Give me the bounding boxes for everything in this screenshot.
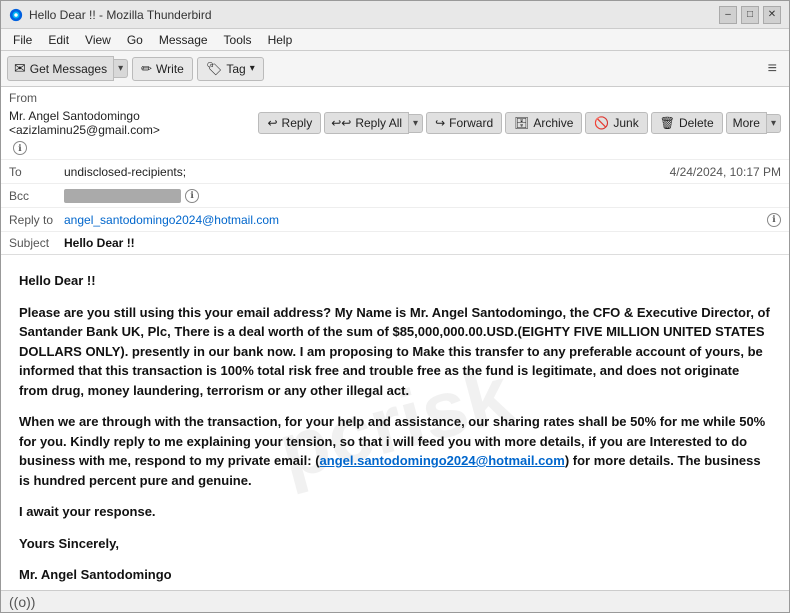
main-window: Hello Dear !! - Mozilla Thunderbird – □ …: [0, 0, 790, 613]
delete-button[interactable]: 🗑 Delete: [651, 112, 723, 134]
get-messages-label: Get Messages: [30, 62, 107, 76]
app-icon: [9, 8, 23, 22]
reply-all-label: Reply All: [355, 116, 402, 130]
menu-go[interactable]: Go: [119, 31, 151, 49]
minimize-button[interactable]: –: [719, 6, 737, 24]
email-paragraph2: When we are through with the transaction…: [19, 412, 771, 490]
tag-label: Tag: [226, 62, 245, 76]
menu-view[interactable]: View: [77, 31, 119, 49]
archive-label: Archive: [533, 116, 573, 130]
email-header: From Mr. Angel Santodomingo <azizlaminu2…: [1, 87, 789, 255]
forward-label: Forward: [449, 116, 493, 130]
from-label: From: [9, 91, 54, 105]
bcc-info-icon[interactable]: ℹ: [185, 189, 199, 203]
forward-button[interactable]: ↪ Forward: [426, 112, 502, 134]
menu-message[interactable]: Message: [151, 31, 216, 49]
write-icon: ✏: [141, 61, 152, 77]
from-value: Mr. Angel Santodomingo <azizlaminu25@gma…: [9, 109, 258, 137]
reply-button[interactable]: ↩ Reply: [258, 112, 321, 134]
subject-label: Subject: [9, 236, 64, 250]
menu-help[interactable]: Help: [260, 31, 301, 49]
junk-label: Junk: [613, 116, 638, 130]
get-messages-dropdown[interactable]: ▾: [114, 59, 128, 78]
email-content: Hello Dear !! Please are you still using…: [19, 271, 771, 590]
reply-icon: ↩: [267, 116, 277, 130]
menu-tools[interactable]: Tools: [216, 31, 260, 49]
subject-value: Hello Dear !!: [64, 236, 135, 250]
junk-button[interactable]: 🚫 Junk: [585, 112, 647, 134]
reply-to-info-icon[interactable]: ℹ: [767, 213, 781, 227]
reply-all-icon: ↩↩: [331, 116, 351, 130]
archive-button[interactable]: 🗄 Archive: [505, 112, 582, 134]
email-greeting: Hello Dear !!: [19, 271, 771, 291]
write-label: Write: [156, 62, 184, 76]
forward-icon: ↪: [435, 116, 445, 130]
menu-edit[interactable]: Edit: [40, 31, 77, 49]
get-messages-split: ✉ Get Messages ▾: [7, 56, 128, 81]
reply-all-dropdown[interactable]: ▾: [409, 114, 423, 133]
more-dropdown[interactable]: ▾: [767, 114, 781, 133]
title-bar: Hello Dear !! - Mozilla Thunderbird – □ …: [1, 1, 789, 29]
bcc-label: Bcc: [9, 189, 64, 203]
get-messages-button[interactable]: ✉ Get Messages: [7, 56, 114, 81]
write-button[interactable]: ✏ Write: [132, 57, 193, 81]
more-label: More: [733, 116, 760, 130]
email-paragraph3: I await your response.: [19, 502, 771, 522]
reply-to-label: Reply to: [9, 213, 64, 227]
tag-dropdown-icon: ▾: [250, 63, 255, 74]
title-bar-controls: – □ ✕: [719, 6, 781, 24]
tag-button[interactable]: 🏷 Tag ▾: [197, 57, 264, 81]
bcc-row: Bcc ██████████████ ℹ: [1, 184, 789, 208]
from-info-icon[interactable]: ℹ: [13, 141, 27, 155]
delete-label: Delete: [679, 116, 714, 130]
more-button[interactable]: More: [726, 112, 767, 134]
email-name: Mr. Angel Santodomingo: [19, 565, 771, 585]
title-bar-left: Hello Dear !! - Mozilla Thunderbird: [9, 8, 212, 22]
maximize-button[interactable]: □: [741, 6, 759, 24]
bcc-value: ██████████████: [64, 189, 181, 203]
reply-to-email-link[interactable]: angel_santodomingo2024@hotmail.com: [64, 213, 279, 227]
email-link[interactable]: angel.santodomingo2024@hotmail.com: [320, 453, 565, 468]
window-title: Hello Dear !! - Mozilla Thunderbird: [29, 8, 212, 22]
reply-all-button[interactable]: ↩↩ Reply All: [324, 112, 409, 134]
to-value: undisclosed-recipients;: [64, 165, 670, 179]
reply-label: Reply: [282, 116, 313, 130]
delete-icon: 🗑: [660, 116, 675, 130]
envelope-icon: ✉: [14, 60, 26, 77]
menu-file[interactable]: File: [5, 31, 40, 49]
tag-icon: 🏷: [206, 61, 223, 77]
reply-to-value: angel_santodomingo2024@hotmail.com: [64, 213, 763, 227]
email-paragraph1: Please are you still using this your ema…: [19, 303, 771, 401]
reply-to-row: Reply to angel_santodomingo2024@hotmail.…: [1, 208, 789, 232]
status-bar: ((o)): [1, 590, 789, 612]
more-split: More ▾: [726, 112, 781, 134]
reply-all-split: ↩↩ Reply All ▾: [324, 112, 423, 134]
email-closing: Yours Sincerely,: [19, 534, 771, 554]
to-label: To: [9, 165, 64, 179]
main-toolbar: ✉ Get Messages ▾ ✏ Write 🏷 Tag ▾ ≡: [1, 51, 789, 87]
email-body: pcrisk Hello Dear !! Please are you stil…: [1, 255, 789, 590]
hamburger-menu[interactable]: ≡: [762, 57, 783, 81]
email-date: 4/24/2024, 10:17 PM: [670, 165, 781, 179]
to-row: To undisclosed-recipients; 4/24/2024, 10…: [1, 160, 789, 184]
menu-bar: File Edit View Go Message Tools Help: [1, 29, 789, 51]
junk-icon: 🚫: [594, 116, 609, 130]
subject-row: Subject Hello Dear !!: [1, 232, 789, 254]
close-button[interactable]: ✕: [763, 6, 781, 24]
connection-status-icon: ((o)): [9, 594, 35, 610]
archive-icon: 🗄: [514, 116, 529, 130]
